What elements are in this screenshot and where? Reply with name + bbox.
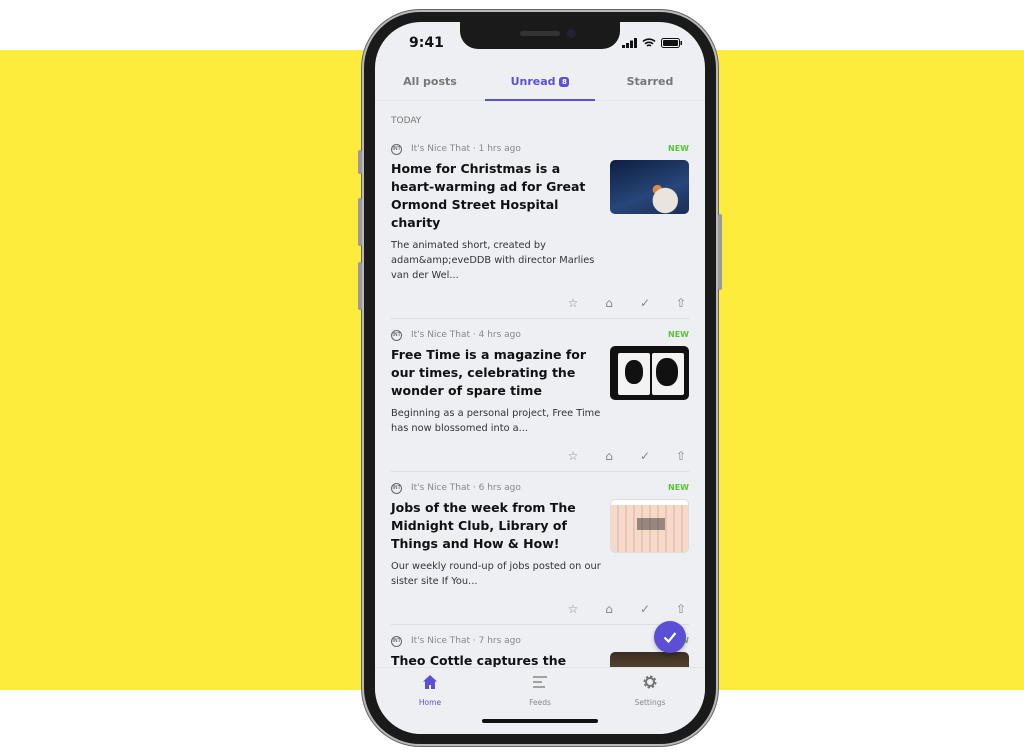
post-excerpt: The animated short, created by adam&amp;… (391, 240, 595, 281)
source-favicon-icon: INT (391, 482, 402, 494)
post-source: It's Nice That · 7 hrs ago (411, 636, 521, 646)
post-title: Home for Christmas is a heart-warming ad… (391, 161, 586, 230)
star-icon[interactable]: ☆ (565, 602, 581, 616)
unread-count-badge: 8 (559, 77, 570, 87)
tag-icon[interactable]: ⌂ (601, 296, 617, 310)
check-icon[interactable]: ✓ (637, 602, 653, 616)
post-title: Theo Cottle captures the “solemn but spe… (391, 653, 567, 667)
section-header: TODAY (391, 116, 422, 126)
share-icon[interactable]: ⇧ (673, 602, 689, 616)
volume-up-button (358, 198, 362, 246)
tab-bar: All posts Unread 8 Starred (375, 60, 705, 101)
post-thumbnail (610, 160, 689, 214)
post-thumbnail (610, 346, 689, 400)
check-icon[interactable]: ✓ (637, 449, 653, 463)
post-title: Jobs of the week from The Midnight Club,… (391, 500, 576, 551)
post-thumbnail (610, 499, 689, 553)
check-icon (663, 632, 677, 643)
wifi-icon (642, 38, 656, 47)
list-item[interactable]: INTIt's Nice That · 7 hrs ago NEW Theo C… (391, 625, 689, 667)
share-icon[interactable]: ⇧ (673, 296, 689, 310)
star-icon[interactable]: ☆ (565, 449, 581, 463)
post-source: It's Nice That · 1 hrs ago (411, 144, 521, 154)
volume-down-button (358, 262, 362, 310)
tab-unread[interactable]: Unread 8 (485, 60, 595, 101)
post-actions: ☆ ⌂ ✓ ⇧ (391, 597, 689, 621)
battery-icon (661, 38, 682, 48)
mute-switch (358, 150, 362, 174)
home-icon (423, 675, 437, 689)
gear-icon (643, 675, 657, 689)
new-badge: NEW (668, 483, 689, 492)
nav-home[interactable]: Home (375, 668, 485, 734)
post-source: It's Nice That · 6 hrs ago (411, 483, 521, 493)
share-icon[interactable]: ⇧ (673, 449, 689, 463)
tab-starred[interactable]: Starred (595, 60, 705, 100)
tag-icon[interactable]: ⌂ (601, 449, 617, 463)
feeds-icon (533, 676, 547, 688)
source-favicon-icon: INT (391, 329, 402, 341)
list-item[interactable]: INT It's Nice That · 1 hrs ago NEW Home f… (391, 141, 689, 319)
check-icon[interactable]: ✓ (637, 296, 653, 310)
post-excerpt: Our weekly round-up of jobs posted on ou… (391, 561, 601, 587)
source-favicon-icon: INT (391, 143, 402, 155)
post-actions: ☆ ⌂ ✓ ⇧ (391, 444, 689, 468)
notch (460, 22, 620, 49)
tab-all-posts[interactable]: All posts (375, 60, 485, 100)
app-screen: 9:41 All posts Unread 8 Starred TODAY IN… (375, 22, 705, 734)
star-icon[interactable]: ☆ (565, 296, 581, 310)
post-list: TODAY INT It's Nice That · 1 hrs ago NEW … (375, 102, 705, 667)
home-indicator (482, 719, 598, 723)
new-badge: NEW (668, 144, 689, 153)
list-item[interactable]: INT It's Nice That · 6 hrs ago NEW Jobs o… (391, 472, 689, 625)
status-time: 9:41 (409, 35, 444, 51)
post-excerpt: Beginning as a personal project, Free Ti… (391, 408, 601, 434)
signal-icon (622, 38, 637, 48)
nav-settings[interactable]: Settings (595, 668, 705, 734)
power-button (718, 214, 722, 290)
nav-feeds[interactable]: Feeds (485, 668, 595, 734)
status-icons (622, 38, 683, 48)
new-badge: NEW (668, 330, 689, 339)
source-favicon-icon: INT (391, 635, 402, 647)
bottom-nav: Home Feeds Settings (375, 667, 705, 734)
mark-all-read-button[interactable] (654, 621, 686, 653)
tag-icon[interactable]: ⌂ (601, 602, 617, 616)
post-actions: ☆ ⌂ ✓ ⇧ (391, 291, 689, 315)
post-thumbnail (610, 652, 689, 667)
post-source: It's Nice That · 4 hrs ago (411, 330, 521, 340)
post-title: Free Time is a magazine for our times, c… (391, 347, 587, 398)
list-item[interactable]: INT It's Nice That · 4 hrs ago NEW Free T… (391, 319, 689, 472)
